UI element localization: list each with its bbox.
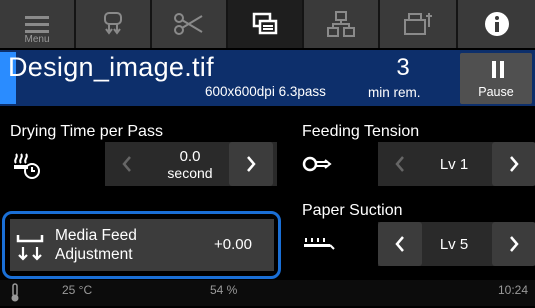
media-feed-label-line1: Media Feed: [55, 227, 137, 244]
job-list-icon: [252, 12, 278, 35]
job-list-button[interactable]: [228, 0, 302, 48]
chevron-left-icon: [395, 236, 404, 252]
humidity-value: 54 %: [210, 283, 238, 297]
chevron-left-icon: [395, 156, 404, 172]
network-icon: [327, 11, 355, 37]
info-icon: [484, 12, 509, 36]
network-button[interactable]: [304, 0, 378, 48]
info-button[interactable]: [458, 0, 535, 48]
feeding-tension-value: Lv 1: [439, 155, 469, 173]
paper-suction-icon: [302, 234, 336, 259]
drying-time-increase-button[interactable]: [229, 142, 273, 186]
drying-time-value: 0.0: [179, 147, 201, 165]
clock-time: 10:24: [498, 283, 529, 297]
pause-icon: [492, 61, 504, 78]
feeding-tension-value-box: Lv 1: [424, 142, 484, 186]
chevron-right-icon: [510, 236, 519, 252]
paper-suction-increase-button[interactable]: [492, 222, 535, 266]
feeding-tension-decrease-button[interactable]: [378, 142, 422, 186]
media-feed-icon: [14, 231, 46, 268]
feeding-tension-label: Feeding Tension: [302, 123, 420, 140]
feeding-tension-icon: [302, 152, 336, 181]
chevron-right-icon: [510, 156, 519, 172]
temperature-value: 25 °C: [62, 283, 93, 297]
chevron-right-icon: [247, 156, 256, 172]
paper-suction-label: Paper Suction: [302, 202, 403, 219]
job-resolution: 600x600dpi 6.3pass: [205, 84, 326, 99]
printer-settings-button[interactable]: [380, 0, 456, 48]
job-filename: Design_image.tif: [8, 52, 214, 82]
media-button[interactable]: [76, 0, 150, 48]
menu-button[interactable]: Menu: [0, 0, 74, 48]
remaining-time-value: 3: [396, 54, 410, 81]
chevron-left-icon: [122, 156, 131, 172]
paper-suction-decrease-button[interactable]: [378, 222, 422, 266]
drying-time-value-box: 0.0 second: [151, 142, 229, 186]
drying-time-decrease-button[interactable]: [105, 142, 149, 186]
thermometer-icon: [8, 283, 22, 308]
printer-settings-icon: [404, 13, 432, 35]
cutter-button[interactable]: [152, 0, 226, 48]
paper-suction-value: Lv 5: [439, 235, 469, 253]
drying-time-label: Drying Time per Pass: [10, 123, 163, 140]
menu-label: Menu: [24, 34, 50, 45]
drying-time-icon: [12, 150, 42, 185]
feeding-tension-increase-button[interactable]: [492, 142, 535, 186]
media-icon: [104, 12, 122, 35]
paper-suction-value-box: Lv 5: [424, 222, 484, 266]
pause-label: Pause: [478, 85, 514, 99]
menu-icon: [25, 16, 49, 33]
cutter-icon: [174, 13, 203, 35]
media-feed-label-line2: Adjustment: [55, 246, 133, 263]
remaining-time-unit: min rem.: [368, 85, 421, 100]
drying-time-unit: second: [167, 164, 213, 181]
media-feed-value: +0.00: [214, 236, 252, 253]
